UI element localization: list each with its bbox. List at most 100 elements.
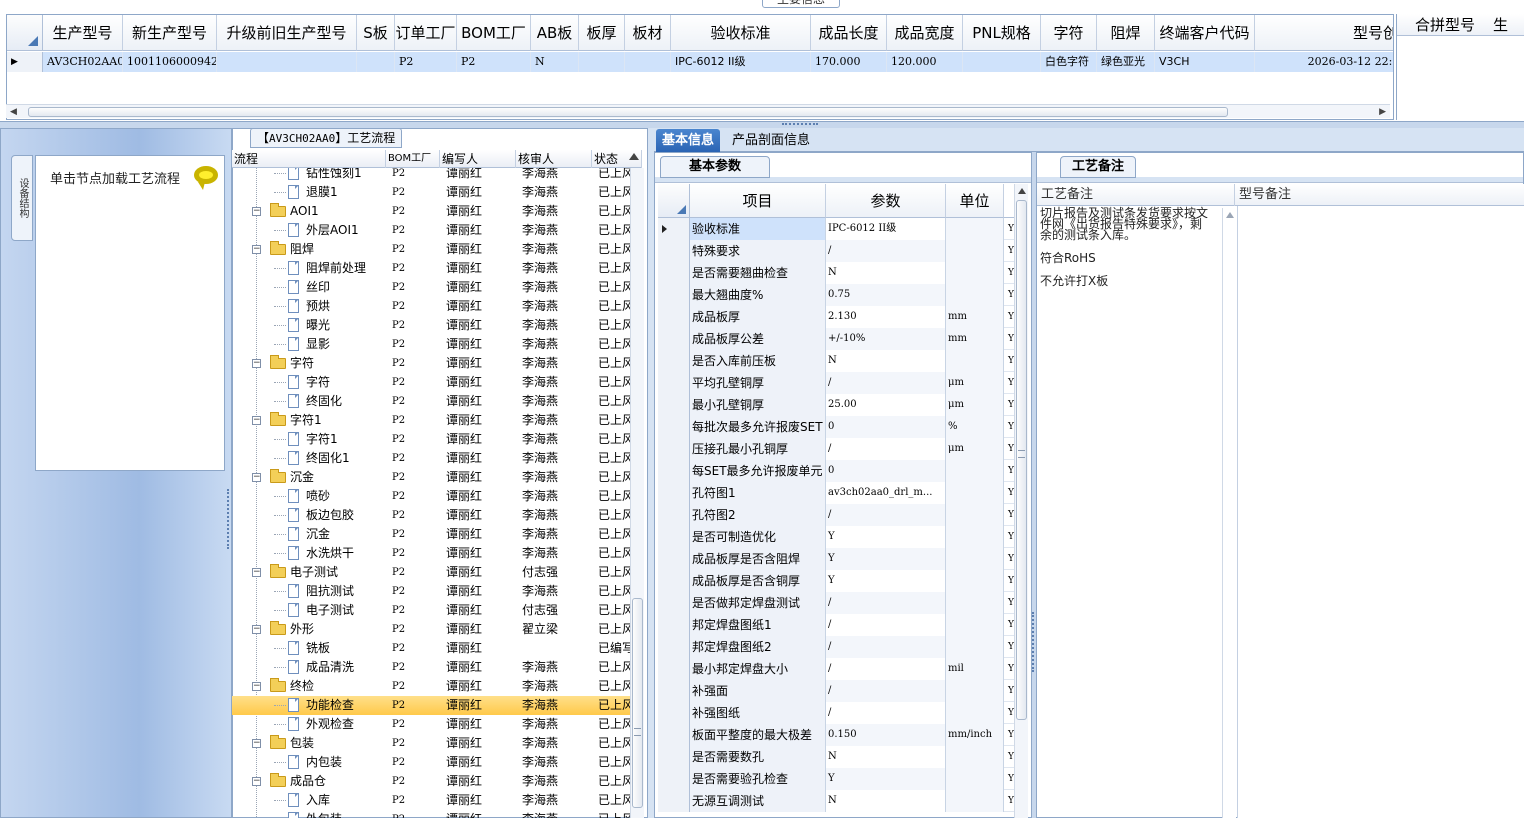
collapse-icon[interactable]: − <box>252 625 261 634</box>
row-selector[interactable] <box>658 394 690 416</box>
col-end-customer-code[interactable]: 终端客户代码 <box>1155 15 1255 51</box>
param-value[interactable]: / <box>826 504 946 526</box>
tree-node-group[interactable]: − AOI1 P2 谭丽红 李海燕 已上风 <box>232 202 630 221</box>
param-row[interactable]: 孔符图1 av3ch02aa0_drl_m... Y <box>658 482 1014 504</box>
cell-ab-board[interactable]: N <box>531 52 579 72</box>
col-ab-board[interactable]: AB板 <box>531 15 579 51</box>
param-row[interactable]: 补强图纸 / Y <box>658 702 1014 724</box>
param-value[interactable]: / <box>826 372 946 394</box>
scroll-left-icon[interactable]: ◀ <box>10 107 17 117</box>
tree-node-step[interactable]: 终固化 P2 谭丽红 李海燕 已上风 <box>232 392 630 411</box>
row-selector[interactable] <box>658 218 690 240</box>
tree-node-step[interactable]: 内包装 P2 谭丽红 李海燕 已上风 <box>232 753 630 772</box>
tab-product-section[interactable]: 产品剖面信息 <box>726 129 816 152</box>
col-order-factory[interactable]: 订单工厂 <box>395 15 457 51</box>
row-selector[interactable] <box>658 724 690 746</box>
tree-node-step[interactable]: 钻性蚀刻1 P2 谭丽红 李海燕 已上风 <box>232 168 630 183</box>
param-row[interactable]: 无源互调测试 N Y <box>658 790 1014 812</box>
col-board-material[interactable]: 板材 <box>625 15 671 51</box>
param-row[interactable]: 孔符图2/ Y <box>658 504 1014 526</box>
model-grid-row[interactable]: ▶ AV3CH02AA0 10011060009429 P2 P2 N IPC-6012 … <box>7 52 1393 72</box>
param-value[interactable]: N <box>826 746 946 768</box>
col-reviewer[interactable]: 核审人 <box>516 150 592 168</box>
tree-node-group[interactable]: − 阻焊 P2 谭丽红 李海燕 已上风 <box>232 240 630 259</box>
cell-s-board[interactable] <box>357 52 395 72</box>
row-selector[interactable] <box>658 746 690 768</box>
tree-node-step[interactable]: 外包装 P2 谭丽红 李海燕 已上风 <box>232 810 630 818</box>
col-bom-factory[interactable]: BOM工厂 <box>386 150 440 168</box>
tree-node-step[interactable]: 阻抗测试 P2 谭丽红 李海燕 已上风 <box>232 582 630 601</box>
param-value[interactable]: av3ch02aa0_drl_m... <box>826 482 946 504</box>
param-value[interactable]: Y <box>826 526 946 548</box>
cell-bom-factory[interactable]: P2 <box>457 52 531 72</box>
tree-node-step[interactable]: 字符 P2 谭丽红 李海燕 已上风 <box>232 373 630 392</box>
collapse-icon[interactable]: − <box>252 245 261 254</box>
tree-node-step[interactable]: 铣板 P2 谭丽红 已编写 <box>232 639 630 658</box>
param-row[interactable]: 特殊要求 / Y <box>658 240 1014 262</box>
col-bom-factory[interactable]: BOM工厂 <box>457 15 531 51</box>
cell-board-thickness[interactable] <box>579 52 625 72</box>
param-value[interactable]: Y <box>826 570 946 592</box>
param-value[interactable]: / <box>826 592 946 614</box>
col-pnl-spec[interactable]: PNL规格 <box>963 15 1041 51</box>
param-value[interactable]: / <box>826 658 946 680</box>
param-value[interactable]: Y <box>826 548 946 570</box>
tree-node-group[interactable]: − 包装 P2 谭丽红 李海燕 已上风 <box>232 734 630 753</box>
param-value[interactable]: 2.130 <box>826 306 946 328</box>
cell-pnl-spec[interactable] <box>963 52 1041 72</box>
row-selector[interactable] <box>658 526 690 548</box>
param-row[interactable]: 是否做邦定焊盘测试 / Y <box>658 592 1014 614</box>
row-selector[interactable] <box>658 680 690 702</box>
param-value[interactable]: / <box>826 614 946 636</box>
tree-node-step[interactable]: 字符1 P2 谭丽红 李海燕 已上风 <box>232 430 630 449</box>
note-scroll-up-icon[interactable] <box>1226 212 1234 218</box>
cell-board-material[interactable] <box>625 52 671 72</box>
tree-node-group[interactable]: − 电子测试 P2 谭丽红 付志强 已上风 <box>232 563 630 582</box>
tree-node-step[interactable]: 电子测试 P2 谭丽红 付志强 已上风 <box>232 601 630 620</box>
row-selector[interactable] <box>658 438 690 460</box>
row-selector[interactable] <box>658 636 690 658</box>
col-acceptance-standard[interactable]: 验收标准 <box>671 15 811 51</box>
tree-node-step[interactable]: 成品清洗 P2 谭丽红 李海燕 已上风 <box>232 658 630 677</box>
collapse-icon[interactable]: − <box>252 777 261 786</box>
col-s-board[interactable]: S板 <box>357 15 395 51</box>
merge-model-column-2[interactable]: 生 <box>1475 14 1508 35</box>
param-row[interactable]: 每批次最多允许报废SET 0% Y <box>658 416 1014 438</box>
row-selector[interactable] <box>658 570 690 592</box>
vertical-splitter-grip-icon[interactable] <box>1032 612 1034 672</box>
param-row[interactable]: 是否需要翘曲检查 N Y <box>658 262 1014 284</box>
collapse-icon[interactable]: − <box>252 207 261 216</box>
param-value[interactable]: 0 <box>826 460 946 482</box>
row-selector[interactable] <box>658 306 690 328</box>
param-value[interactable]: / <box>826 680 946 702</box>
col-legend[interactable]: 字符 <box>1041 15 1097 51</box>
row-selector[interactable] <box>658 350 690 372</box>
param-row[interactable]: 成品板厚是否含阻焊 Y Y <box>658 548 1014 570</box>
param-row[interactable]: 板面平整度的最大极差 0.150 mm/inch Y <box>658 724 1014 746</box>
cell-acceptance-standard[interactable]: IPC-6012 II级 <box>671 52 811 72</box>
col-board-thickness[interactable]: 板厚 <box>579 15 625 51</box>
collapse-icon[interactable]: − <box>252 416 261 425</box>
tree-node-step[interactable]: 喷砂 P2 谭丽红 李海燕 已上风 <box>232 487 630 506</box>
param-value[interactable]: 25.00 <box>826 394 946 416</box>
param-grid-corner[interactable] <box>658 184 690 218</box>
param-row[interactable]: 最小邦定焊盘大小 / mil Y <box>658 658 1014 680</box>
row-selector[interactable] <box>658 702 690 724</box>
param-value[interactable]: N <box>826 790 946 812</box>
param-row[interactable]: 最小孔壁铜厚 25.00 μm Y <box>658 394 1014 416</box>
tab-basic-info[interactable]: 基本信息 <box>656 129 721 152</box>
speech-bubble-icon[interactable] <box>194 166 218 190</box>
param-vscroll-thumb[interactable] <box>1016 200 1027 720</box>
col-unit[interactable]: 单位 <box>946 184 1004 218</box>
param-row[interactable]: 补强面 / Y <box>658 680 1014 702</box>
splitter-grip-icon[interactable] <box>782 123 818 127</box>
cell-model-created-time[interactable]: 2026-03-12 22:36:57 <box>1255 52 1393 72</box>
merge-model-column[interactable]: 合拼型号 <box>1397 14 1475 35</box>
cell-legend[interactable]: 白色字符 <box>1041 52 1097 72</box>
param-value[interactable]: N <box>826 262 946 284</box>
param-grid-vscrollbar[interactable] <box>1014 184 1028 818</box>
model-note-area[interactable] <box>1237 206 1524 818</box>
col-status[interactable]: 状态 <box>592 150 642 168</box>
row-selector[interactable] <box>658 284 690 306</box>
tree-node-step[interactable]: 丝印 P2 谭丽红 李海燕 已上风 <box>232 278 630 297</box>
